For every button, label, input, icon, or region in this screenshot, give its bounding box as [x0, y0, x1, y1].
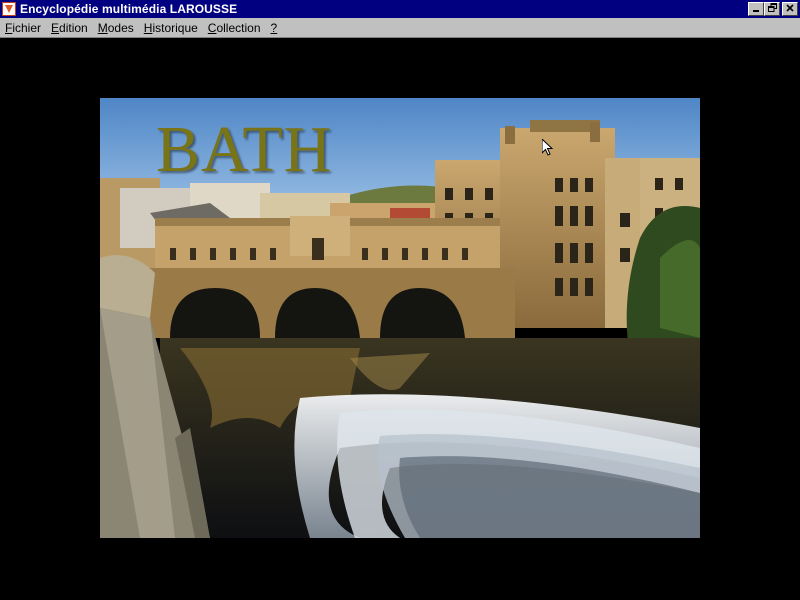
- menu-bar: Fichier Edition Modes Historique Collect…: [0, 18, 800, 38]
- minimize-button[interactable]: [748, 2, 764, 16]
- menu-collection[interactable]: Collection: [203, 21, 266, 35]
- photo-title: BATH: [156, 113, 333, 186]
- minimize-icon: [752, 4, 760, 15]
- title-bar[interactable]: Encyclopédie multimédia LAROUSSE: [0, 0, 800, 18]
- larousse-icon[interactable]: [2, 2, 16, 16]
- close-button[interactable]: [782, 2, 798, 16]
- menu-modes[interactable]: Modes: [93, 21, 139, 35]
- menu-edition[interactable]: Edition: [46, 21, 93, 35]
- menu-modes-label: odes: [107, 20, 134, 35]
- restore-icon: [767, 3, 777, 15]
- menu-help-accel: ?: [270, 20, 278, 35]
- menu-modes-accel: M: [97, 20, 108, 35]
- menu-edition-accel: E: [51, 20, 60, 35]
- menu-collection-label: ollection: [216, 20, 261, 35]
- menu-fichier[interactable]: Fichier: [0, 21, 46, 35]
- close-icon: [786, 3, 794, 15]
- content-area: BATH: [0, 38, 800, 600]
- window-controls: [748, 2, 798, 16]
- mouse-pointer-icon: [541, 137, 554, 157]
- restore-button[interactable]: [764, 2, 780, 16]
- menu-fichier-label: ichier: [12, 20, 42, 35]
- menu-historique[interactable]: Historique: [139, 21, 203, 35]
- window-title: Encyclopédie multimédia LAROUSSE: [20, 2, 238, 16]
- menu-help[interactable]: ?: [266, 21, 283, 35]
- menu-historique-label: istorique: [152, 20, 198, 35]
- menu-edition-label: dition: [59, 20, 88, 35]
- bath-photo[interactable]: BATH: [100, 98, 700, 538]
